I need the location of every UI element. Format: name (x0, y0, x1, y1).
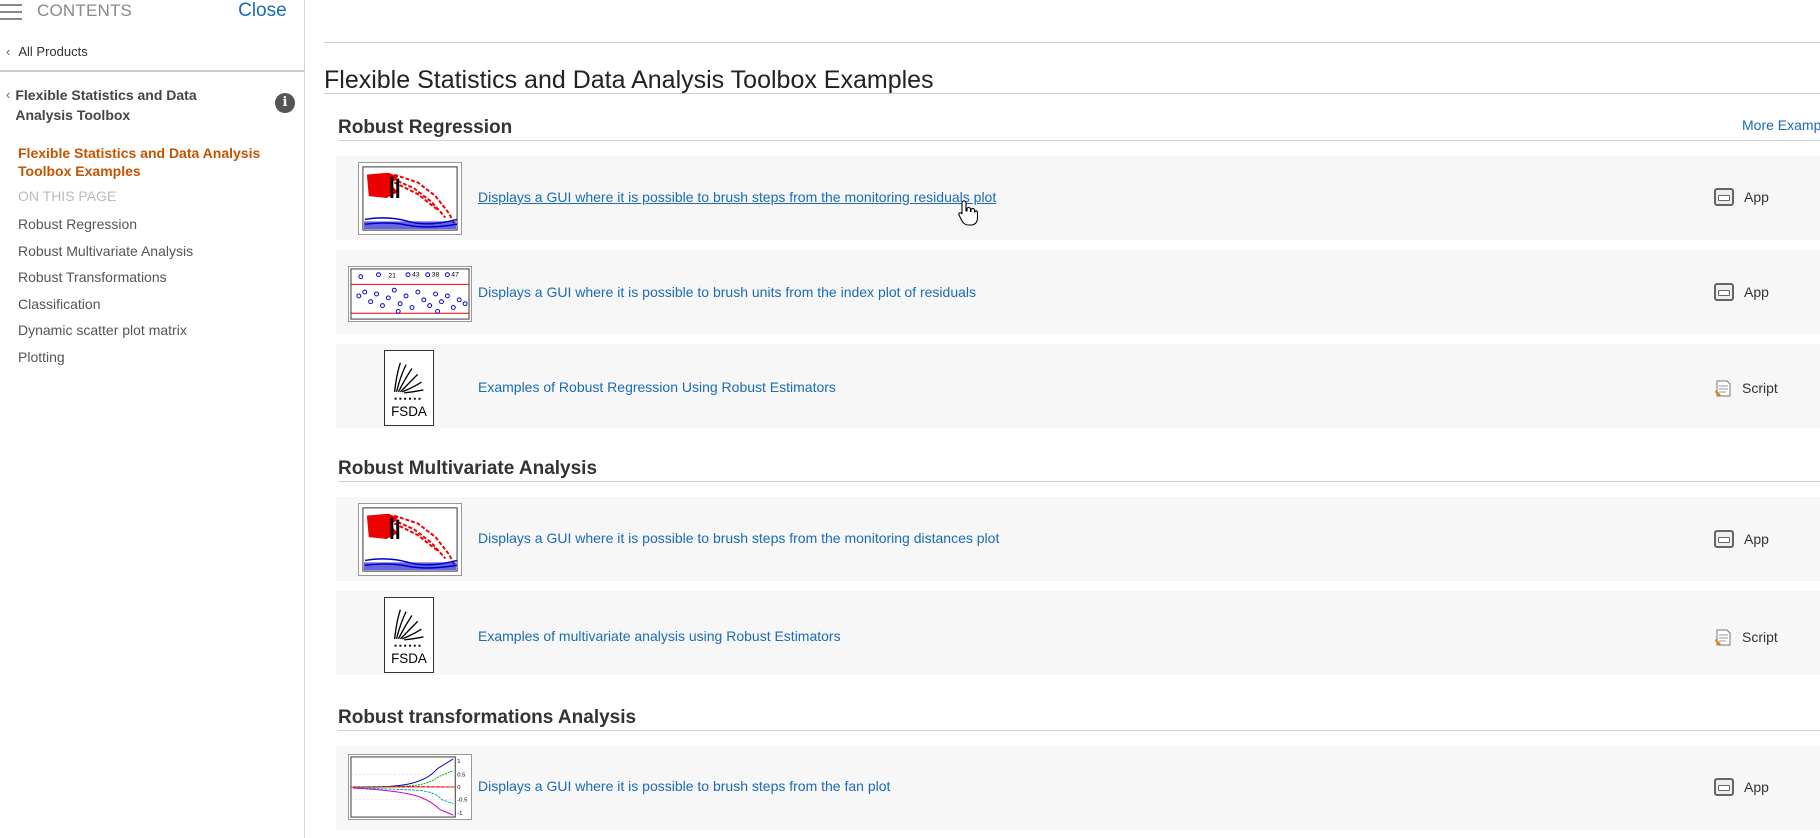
header-divider (324, 42, 1820, 43)
app-icon (1714, 778, 1734, 796)
example-card: FSDA Examples of multivariate analysis u… (336, 591, 1820, 675)
monitoring-plot-image (362, 507, 458, 572)
fan-plot-image: 1 0.5 0 -0.5 -1 (350, 756, 468, 818)
type-badge-script[interactable]: Script (1714, 378, 1778, 398)
type-badge-app[interactable]: App (1714, 283, 1769, 301)
example-link[interactable]: Displays a GUI where it is possible to b… (478, 284, 976, 300)
toc-item-plotting[interactable]: Plotting (18, 347, 193, 374)
fsda-logo-text: FSDA (391, 404, 427, 419)
info-icon[interactable]: i (275, 93, 295, 113)
all-products-link[interactable]: ‹ All Products (6, 44, 88, 59)
section-heading-robust-multivariate-analysis: Robust Multivariate Analysis (338, 458, 598, 479)
index-plot-image: 21 43 38 47 (350, 268, 470, 320)
index-plot-label: 38 (432, 272, 440, 279)
app-icon (1714, 530, 1734, 548)
example-link[interactable]: Displays a GUI where it is possible to b… (478, 530, 999, 546)
example-link[interactable]: Examples of multivariate analysis using … (478, 628, 841, 644)
monitoring-plot-thumbnail[interactable] (358, 162, 462, 235)
example-link[interactable]: Displays a GUI where it is possible to b… (478, 189, 996, 205)
index-plot-label: 21 (388, 273, 396, 280)
type-label: Script (1742, 629, 1778, 645)
index-plot-label: 43 (412, 272, 420, 279)
current-page-title: Flexible Statistics and Data Analysis To… (18, 145, 261, 179)
fsda-logo-thumbnail[interactable]: FSDA (384, 350, 434, 426)
type-label: App (1744, 284, 1769, 300)
all-products-label: All Products (18, 44, 88, 59)
example-link[interactable]: Examples of Robust Regression Using Robu… (478, 379, 836, 395)
type-label: Script (1742, 380, 1778, 396)
fan-plot-tick: 0 (457, 785, 461, 791)
app-icon (1714, 283, 1734, 301)
app-icon (1714, 188, 1734, 206)
example-card: FSDA Examples of Robust Regression Using… (336, 344, 1820, 428)
fsda-logo-image: FSDA (391, 609, 427, 666)
fsda-logo-image: FSDA (391, 362, 427, 419)
index-plot-thumbnail[interactable]: 21 43 38 47 (348, 266, 472, 322)
fsda-logo-thumbnail[interactable]: FSDA (384, 597, 434, 673)
toc-item-classification[interactable]: Classification (18, 294, 193, 321)
example-link[interactable]: Displays a GUI where it is possible to b… (478, 778, 890, 794)
example-card: 1 0.5 0 -0.5 -1 Displays a GUI where it … (336, 746, 1820, 830)
more-examples-link[interactable]: More Examp (1742, 117, 1820, 133)
hand-pointer-cursor (958, 200, 978, 226)
section-divider (338, 481, 1820, 482)
example-card: Displays a GUI where it is possible to b… (336, 497, 1820, 581)
example-card: 21 43 38 47 Displays a GUI where it is p… (336, 250, 1820, 334)
section-divider (338, 140, 1820, 141)
main-content: Flexible Statistics and Data Analysis To… (306, 0, 1820, 838)
on-this-page-label: ON THIS PAGE (18, 188, 117, 204)
toolbox-title-link[interactable]: ‹ Flexible Statistics and Data Analysis … (6, 85, 236, 125)
script-icon (1715, 380, 1731, 397)
fan-plot-tick: -1 (457, 811, 462, 817)
type-badge-app[interactable]: App (1714, 530, 1769, 548)
section-heading-robust-transformations: Robust transformations Analysis (338, 707, 637, 728)
toc-item-dynamic-scatter-plot-matrix[interactable]: Dynamic scatter plot matrix (18, 320, 193, 347)
page-title: Flexible Statistics and Data Analysis To… (324, 66, 934, 94)
fan-plot-thumbnail[interactable]: 1 0.5 0 -0.5 -1 (348, 754, 472, 820)
index-plot-label: 47 (451, 272, 459, 279)
section-divider (338, 730, 1820, 731)
toc-item-robust-transformations[interactable]: Robust Transformations (18, 267, 193, 294)
title-divider (324, 93, 1820, 94)
type-badge-app[interactable]: App (1714, 188, 1769, 206)
monitoring-plot-image (362, 166, 458, 231)
type-badge-script[interactable]: Script (1714, 627, 1778, 647)
toc-item-robust-multivariate-analysis[interactable]: Robust Multivariate Analysis (18, 241, 193, 268)
on-this-page-list: Robust Regression Robust Multivariate An… (18, 214, 193, 373)
script-icon (1715, 629, 1731, 646)
toc-item-robust-regression[interactable]: Robust Regression (18, 214, 193, 241)
sidebar-topbar: CONTENTS Close (0, 0, 304, 30)
example-card: Displays a GUI where it is possible to b… (336, 156, 1820, 240)
section-heading-robust-regression: Robust Regression (338, 117, 513, 138)
close-link[interactable]: Close (238, 0, 287, 22)
toolbox-title-label: Flexible Statistics and Data Analysis To… (15, 87, 197, 123)
type-label: App (1744, 531, 1769, 547)
chevron-left-icon: ‹ (6, 87, 11, 102)
sidebar-divider (0, 70, 305, 72)
fsda-logo-text: FSDA (391, 651, 427, 666)
contents-label: CONTENTS (37, 1, 133, 20)
fan-plot-tick: 1 (457, 759, 460, 765)
type-label: App (1744, 779, 1769, 795)
type-badge-app[interactable]: App (1714, 778, 1769, 796)
sidebar: CONTENTS Close ‹ All Products ‹ Flexible… (0, 0, 305, 838)
monitoring-plot-thumbnail[interactable] (358, 503, 462, 576)
fan-plot-tick: -0.5 (457, 798, 468, 804)
hamburger-icon[interactable] (0, 4, 22, 20)
chevron-left-icon: ‹ (6, 44, 11, 59)
fan-plot-tick: 0.5 (457, 772, 466, 778)
type-label: App (1744, 189, 1769, 205)
